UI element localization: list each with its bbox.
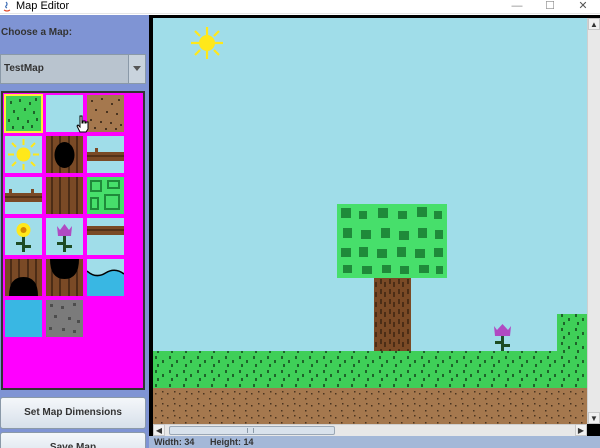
tile-dirt[interactable] (87, 95, 124, 132)
tile-stone[interactable] (46, 300, 83, 337)
tile-branch-stub[interactable] (87, 218, 124, 255)
map-tree-canopy (337, 204, 447, 278)
java-app-icon (3, 1, 11, 12)
tile-purple-flower[interactable] (46, 218, 83, 255)
sidebar: Choose a Map: TestMap Set Map Dimensions… (0, 15, 149, 448)
map-sun (191, 27, 223, 59)
horizontal-scroll-thumb[interactable] (169, 426, 335, 435)
map-canvas[interactable] (153, 18, 587, 424)
title-bar: Map Editor — ☐ ✕ (0, 0, 600, 14)
maximize-button[interactable]: ☐ (535, 0, 565, 13)
tile-water-edge[interactable] (87, 259, 124, 296)
window-title: Map Editor (16, 0, 70, 12)
tile-sun[interactable] (5, 136, 42, 173)
tile-leaves[interactable] (87, 177, 124, 214)
hand-cursor-icon (76, 115, 89, 133)
map-select-value: TestMap (4, 63, 44, 74)
close-button[interactable]: ✕ (568, 0, 598, 13)
tile-trunk[interactable] (46, 177, 83, 214)
choose-map-label: Choose a Map: (1, 27, 73, 38)
dropdown-arrow[interactable] (128, 55, 145, 83)
horizontal-scrollbar[interactable]: ◀ ▶ (153, 424, 587, 436)
map-width-label: Width: 34 (154, 437, 195, 447)
vertical-scrollbar[interactable]: ▲ ▼ (587, 18, 600, 424)
map-tree-trunk (374, 278, 411, 351)
map-purple-flower (494, 324, 511, 351)
tile-branch-right[interactable] (87, 136, 124, 173)
map-grass-pillar (557, 314, 587, 351)
scroll-right-arrow[interactable]: ▶ (575, 424, 587, 436)
set-map-dimensions-button[interactable]: Set Map Dimensions (0, 397, 146, 429)
tile-trunk-cave-left[interactable] (5, 259, 42, 296)
tile-branch-left[interactable] (5, 177, 42, 214)
tile-grass[interactable] (4, 94, 43, 133)
status-bar: Width: 34 Height: 14 (149, 436, 600, 448)
tile-water[interactable] (5, 300, 42, 337)
chevron-down-icon (133, 66, 141, 71)
map-grass-ground (153, 351, 587, 388)
tile-yellow-flower[interactable] (5, 218, 42, 255)
scroll-up-arrow[interactable]: ▲ (588, 18, 600, 30)
scroll-left-arrow[interactable]: ◀ (153, 424, 165, 436)
scroll-down-arrow[interactable]: ▼ (588, 412, 600, 424)
map-canvas-frame: ▲ ▼ ◀ ▶ (149, 15, 600, 436)
map-dirt-ground (153, 388, 587, 424)
tile-trunk-cave-right[interactable] (46, 259, 83, 296)
tile-tree-hole[interactable] (46, 136, 83, 173)
tile-palette (1, 91, 145, 390)
minimize-button[interactable]: — (502, 0, 532, 13)
map-height-label: Height: 14 (210, 437, 254, 447)
save-map-button[interactable]: Save Map (0, 432, 146, 448)
map-select[interactable]: TestMap (0, 54, 146, 84)
